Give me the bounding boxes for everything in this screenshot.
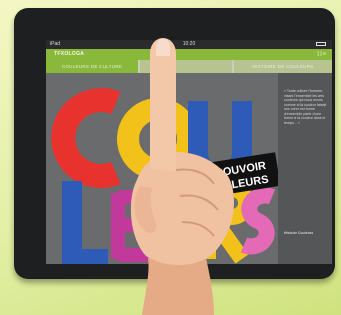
tablet-device: iPad 10:20 TFXOLOGA [ ] ≡ Couleurs de cu…: [14, 8, 335, 279]
tab-histoire[interactable]: Histoire de couleurs: [234, 60, 332, 73]
tablet-screen[interactable]: iPad 10:20 TFXOLOGA [ ] ≡ Couleurs de cu…: [46, 40, 332, 264]
battery-icon: [316, 42, 326, 46]
article-sidebar: « Toute culture l'homme, visant l'ensemb…: [278, 73, 332, 264]
scene: iPad 10:20 TFXOLOGA [ ] ≡ Couleurs de cu…: [0, 0, 341, 315]
sidebar-footer[interactable]: Histoire Couleurs: [284, 231, 328, 235]
app-header: TFXOLOGA [ ] ≡: [46, 49, 332, 60]
app-logo[interactable]: TFXOLOGA: [54, 49, 84, 60]
status-time: 10:20: [182, 41, 196, 47]
tab-culture[interactable]: Couleurs de culture: [46, 60, 138, 73]
couleurs-artwork: POUVOIR ULEURS: [46, 73, 278, 264]
sidebar-paragraph: « Toute culture l'homme, visant l'ensemb…: [284, 89, 327, 125]
tab-middle[interactable]: [140, 60, 232, 73]
status-bar: iPad 10:20: [46, 40, 332, 49]
section-tabs: Couleurs de culture Histoire de couleurs: [46, 60, 332, 73]
menu-icons[interactable]: [ ] ≡: [318, 49, 326, 60]
letter-s-shape: [240, 187, 276, 255]
